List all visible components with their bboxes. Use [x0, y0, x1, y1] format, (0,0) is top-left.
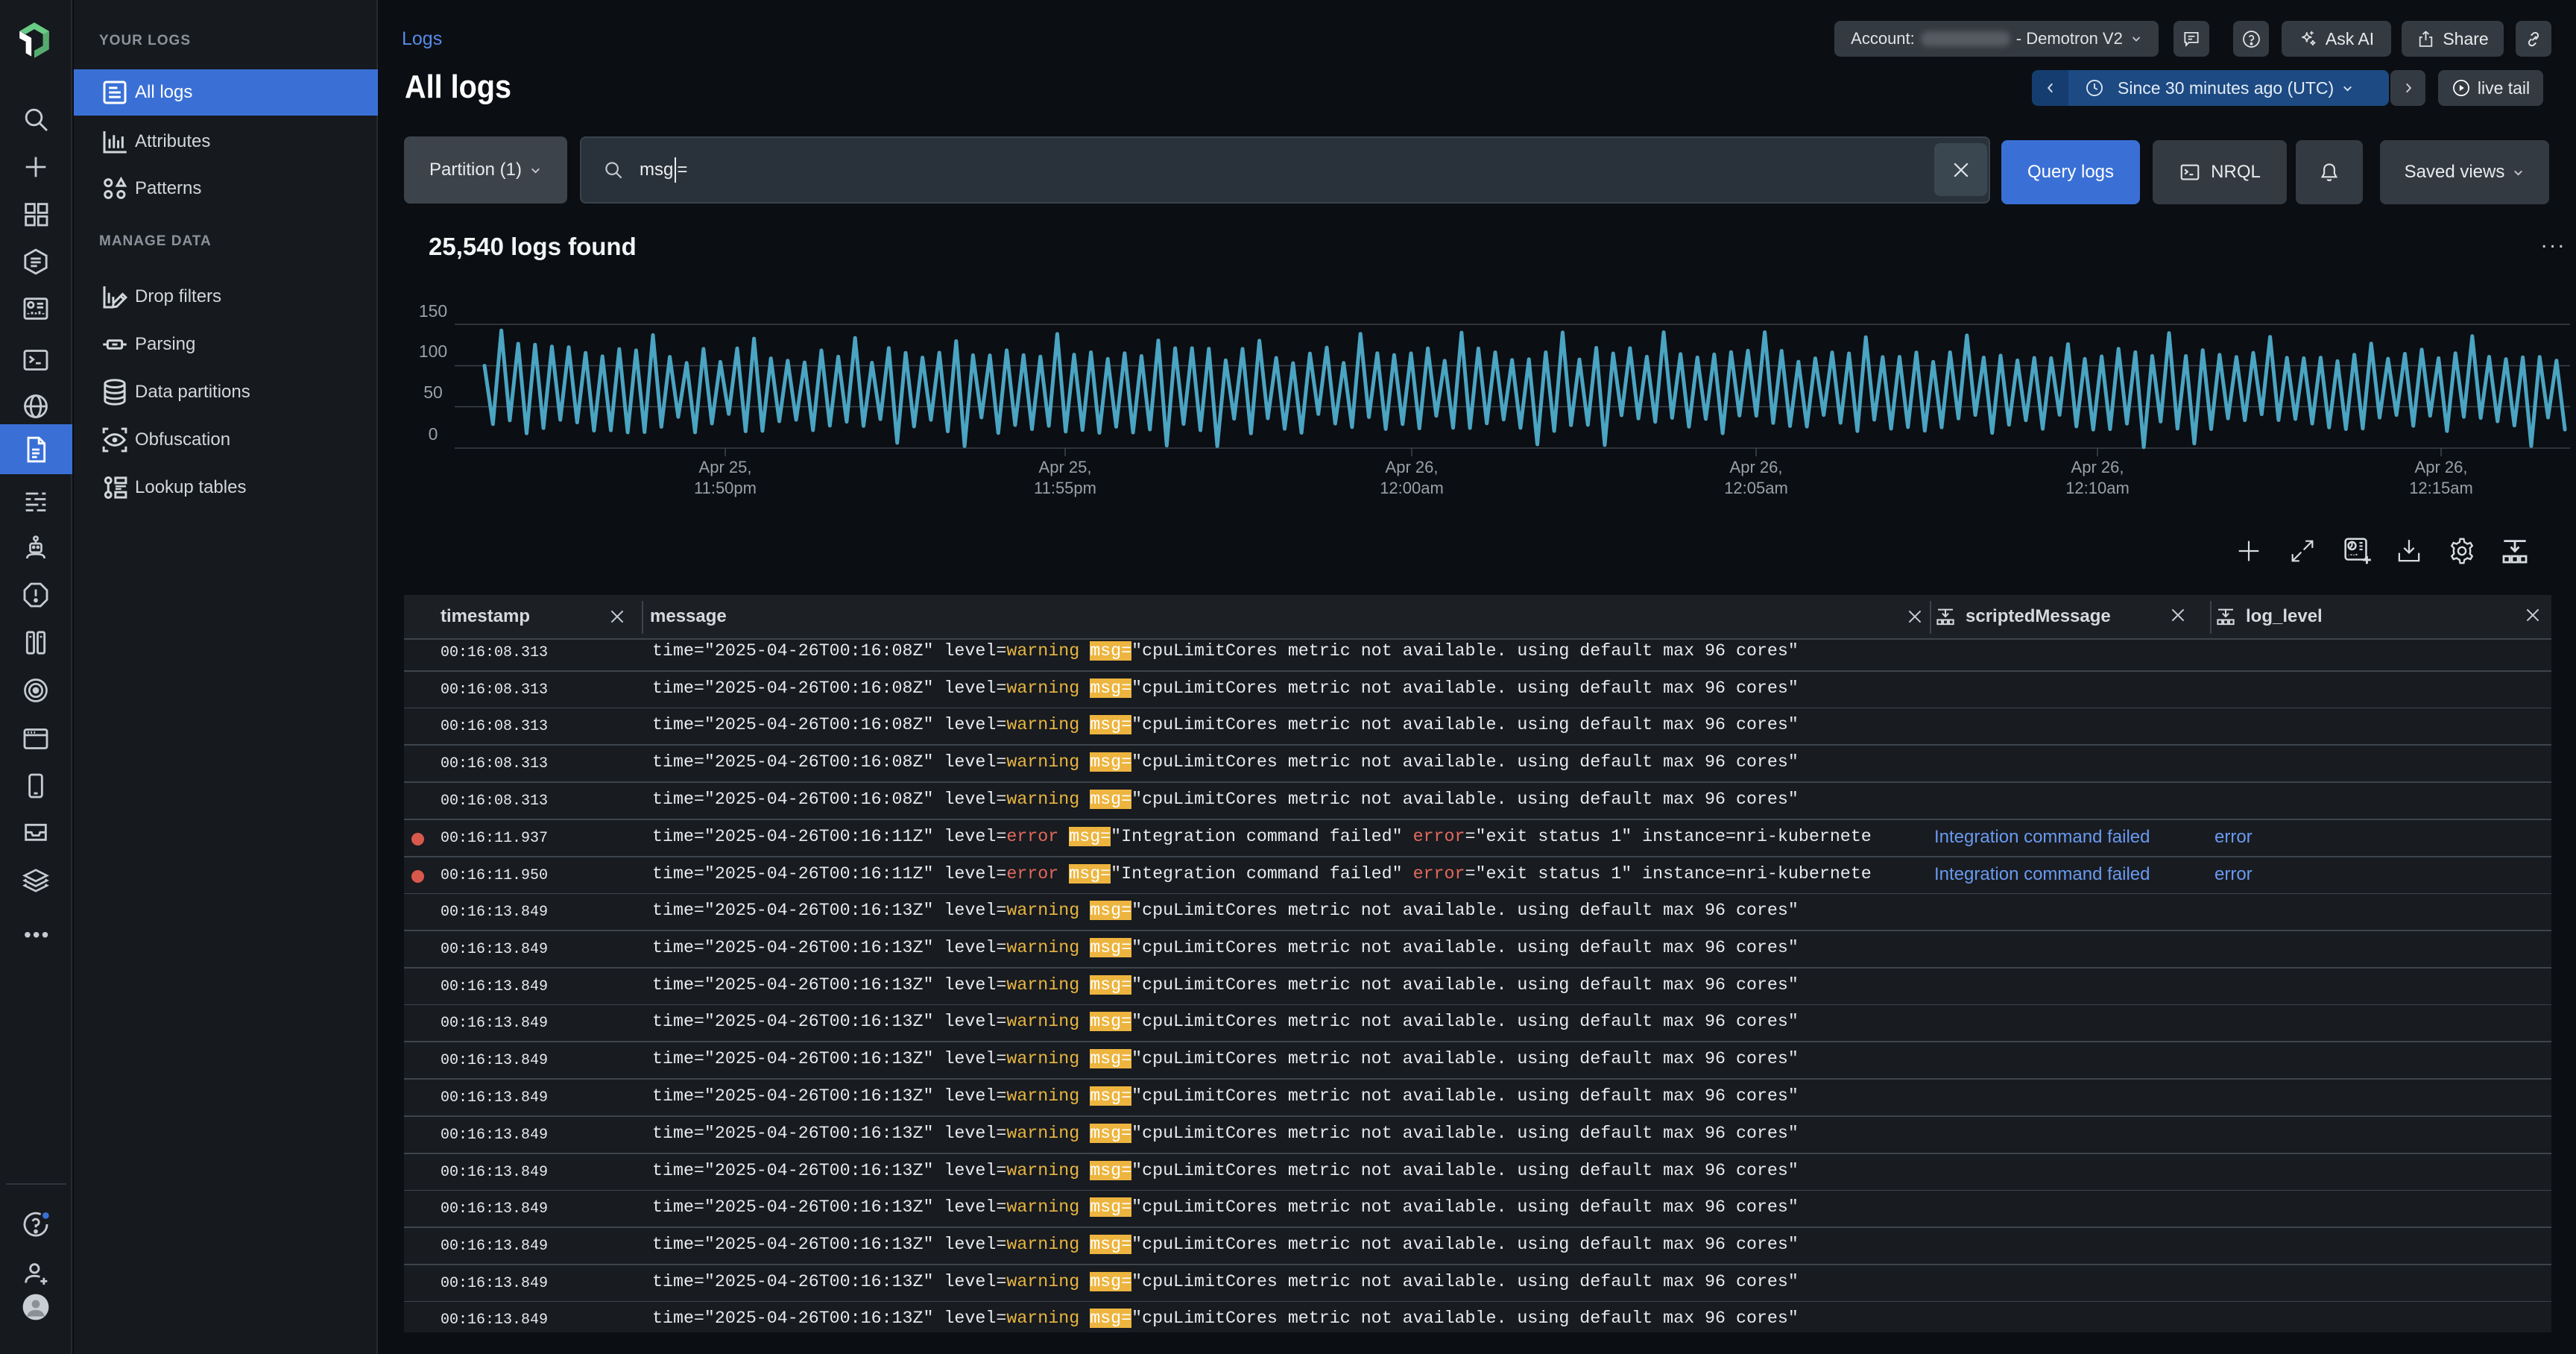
svg-text:12:00am: 12:00am — [1380, 479, 1444, 497]
svg-text:11:50pm: 11:50pm — [694, 479, 757, 497]
svg-text:12:15am: 12:15am — [2409, 479, 2473, 497]
svg-text:Apr 26,: Apr 26, — [2071, 458, 2124, 476]
svg-text:12:10am: 12:10am — [2065, 479, 2130, 497]
svg-text:Apr 25,: Apr 25, — [1039, 458, 1092, 476]
svg-text:0: 0 — [429, 424, 438, 444]
svg-text:50: 50 — [423, 382, 443, 402]
svg-text:Apr 25,: Apr 25, — [699, 458, 752, 476]
svg-text:Apr 26,: Apr 26, — [2415, 458, 2468, 476]
svg-text:100: 100 — [419, 341, 447, 361]
svg-text:12:05am: 12:05am — [1724, 479, 1788, 497]
svg-text:11:55pm: 11:55pm — [1034, 479, 1096, 497]
svg-text:Apr 26,: Apr 26, — [1730, 458, 1783, 476]
svg-text:Apr 26,: Apr 26, — [1386, 458, 1439, 476]
svg-text:150: 150 — [419, 301, 447, 321]
